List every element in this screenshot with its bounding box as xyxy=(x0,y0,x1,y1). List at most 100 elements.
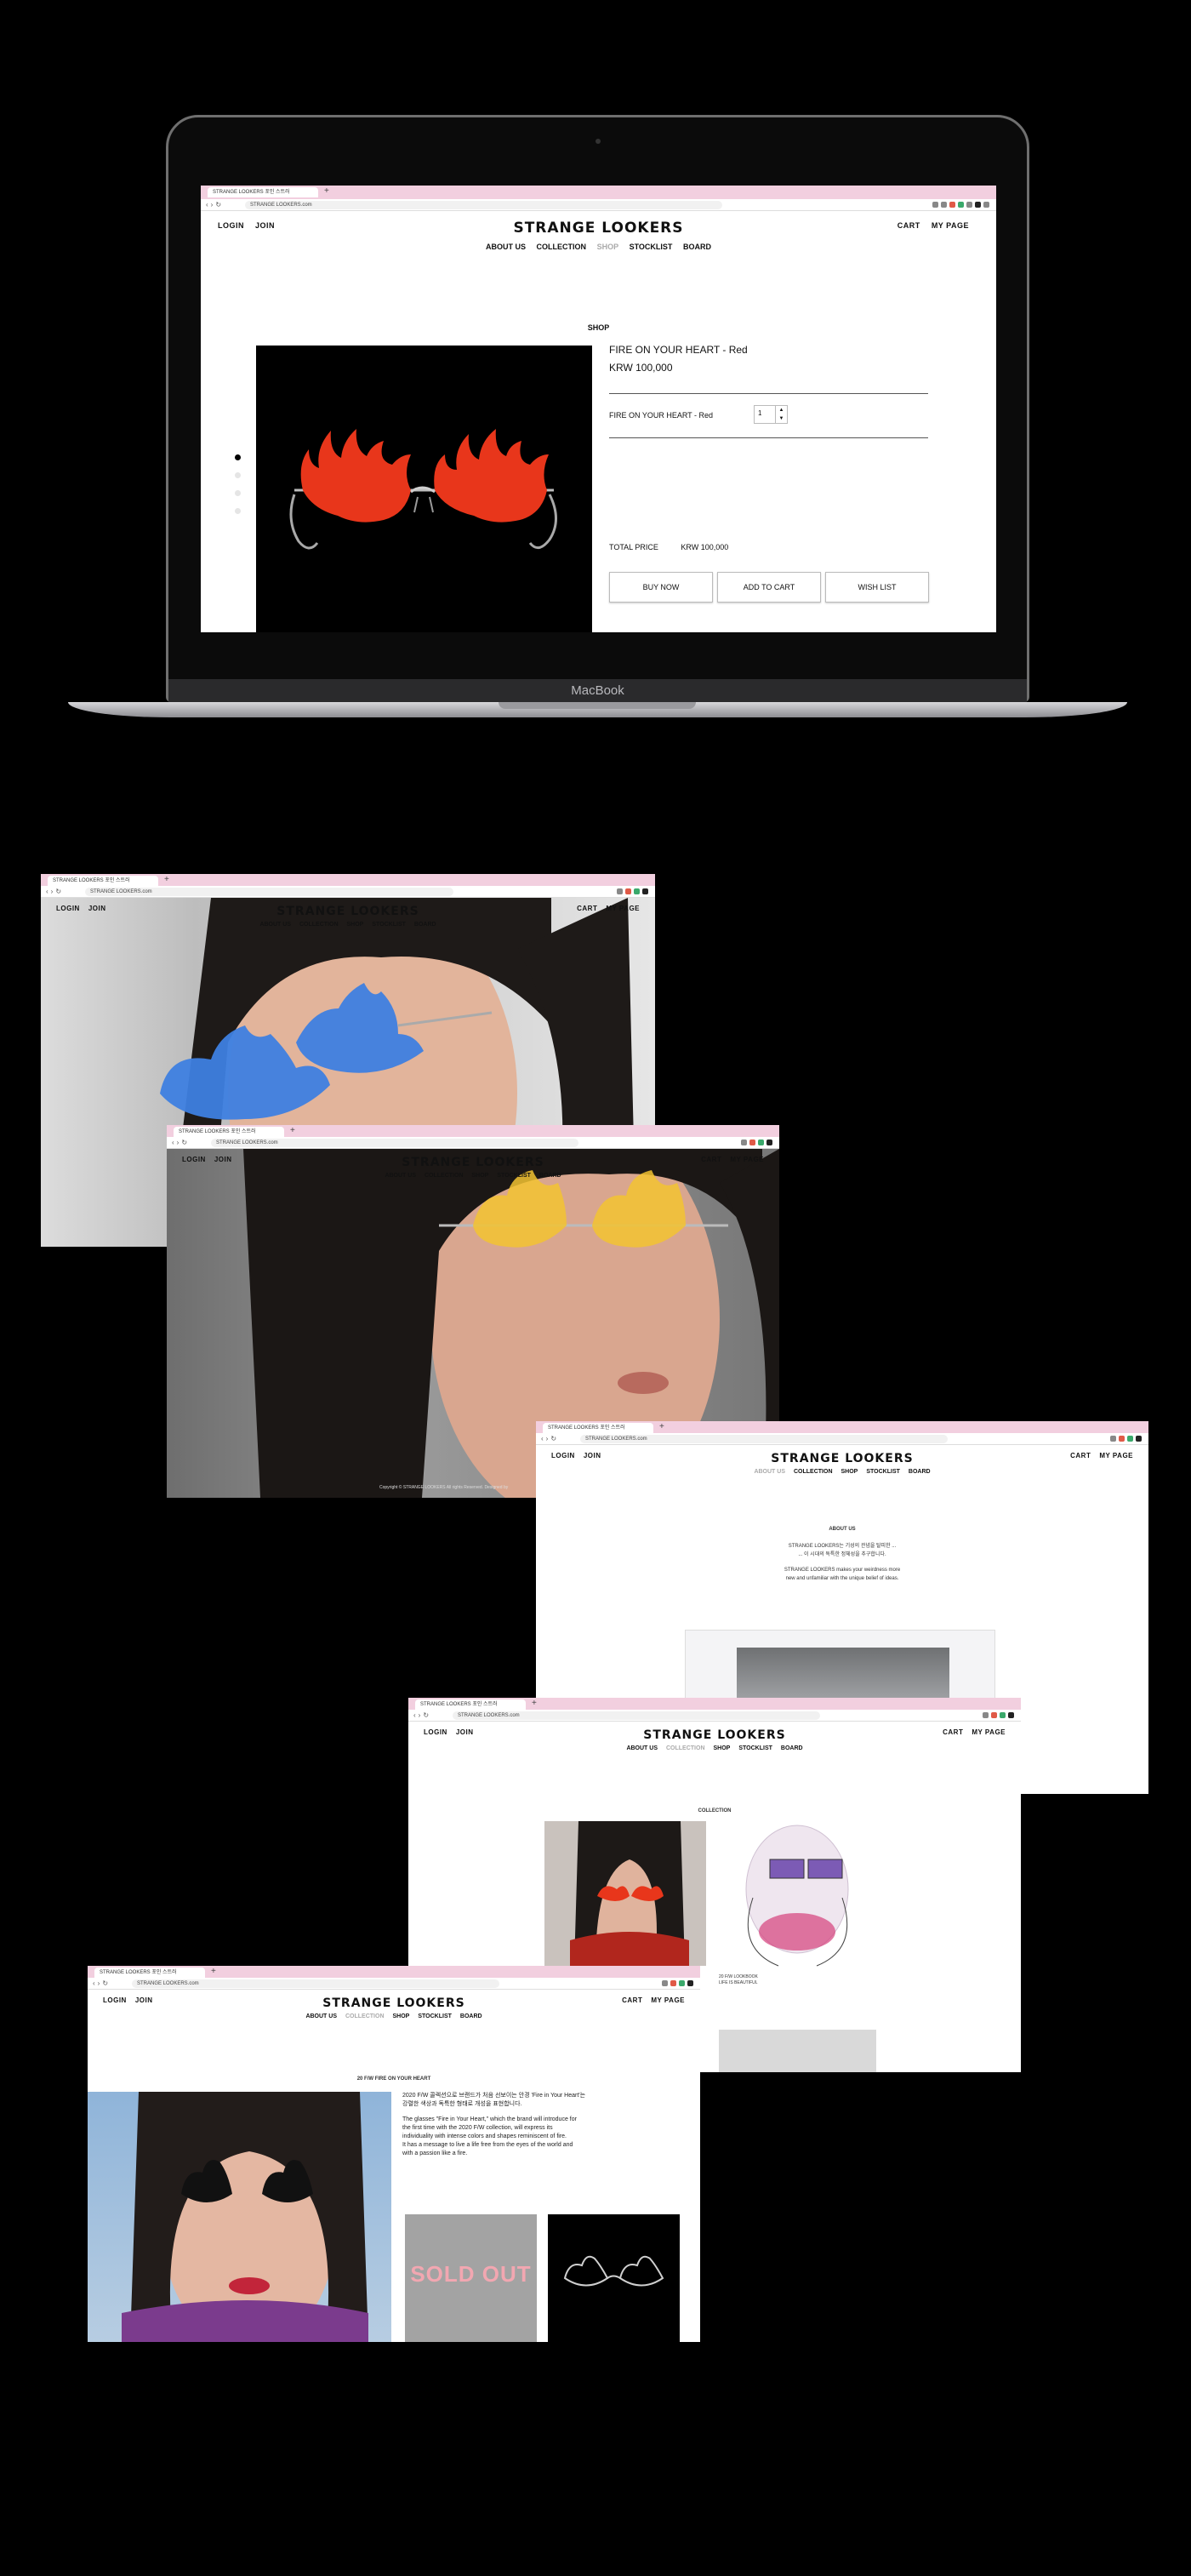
extension-icons[interactable] xyxy=(983,1712,1014,1718)
nav-shop[interactable]: SHOP xyxy=(347,922,364,928)
site-logo[interactable]: STRANGE LOOKERS xyxy=(88,1996,700,2010)
product-image[interactable] xyxy=(256,346,592,632)
new-tab-icon[interactable]: + xyxy=(532,1699,537,1708)
browser-nav-icons[interactable]: ‹›↻ xyxy=(46,888,64,895)
nav-board[interactable]: BOARD xyxy=(539,1173,561,1179)
pager-dot[interactable] xyxy=(235,472,241,478)
nav-collection[interactable]: COLLECTION xyxy=(666,1745,705,1751)
browser-tab[interactable]: STRANGE LOOKERS 포인 스트러 xyxy=(208,187,318,197)
browser-nav-icons[interactable]: ‹›↻ xyxy=(172,1139,190,1146)
extension-icons[interactable] xyxy=(617,888,648,894)
collection-card-life[interactable] xyxy=(719,1821,876,1970)
nav-about[interactable]: ABOUT US xyxy=(626,1745,658,1751)
new-tab-icon[interactable]: + xyxy=(211,1967,216,1976)
nav-collection[interactable]: COLLECTION xyxy=(345,2013,385,2019)
cart-link[interactable]: CART xyxy=(943,1728,963,1736)
product-price: KRW 100,000 xyxy=(609,362,673,374)
cart-link[interactable]: CART xyxy=(622,1996,642,2004)
site-logo[interactable]: STRANGE LOOKERS xyxy=(41,905,655,918)
nav-stocklist[interactable]: STOCKLIST xyxy=(738,1745,772,1751)
buy-now-button[interactable]: BUY NOW xyxy=(609,572,713,603)
image-pager[interactable] xyxy=(235,454,241,526)
extension-icons[interactable] xyxy=(662,1980,693,1986)
nav-board[interactable]: BOARD xyxy=(781,1745,803,1751)
my-page-link[interactable]: MY PAGE xyxy=(1099,1452,1133,1459)
add-to-cart-button[interactable]: ADD TO CART xyxy=(717,572,821,603)
nav-shop[interactable]: SHOP xyxy=(472,1173,489,1179)
nav-collection[interactable]: COLLECTION xyxy=(794,1469,833,1475)
nav-collection[interactable]: COLLECTION xyxy=(299,922,339,928)
nav-about[interactable]: ABOUT US xyxy=(305,2013,337,2019)
nav-collection[interactable]: COLLECTION xyxy=(537,243,587,251)
site-logo[interactable]: STRANGE LOOKERS xyxy=(201,220,996,237)
nav-stocklist[interactable]: STOCKLIST xyxy=(866,1469,900,1475)
cart-link[interactable]: CART xyxy=(577,905,597,912)
browser-tab[interactable]: STRANGE LOOKERS 포인 스트러 xyxy=(174,1127,284,1137)
nav-about[interactable]: ABOUT US xyxy=(385,1173,416,1179)
browser-tab[interactable]: STRANGE LOOKERS 포인 스트러 xyxy=(48,876,158,886)
new-tab-icon[interactable]: + xyxy=(164,875,169,884)
nav-shop[interactable]: SHOP xyxy=(597,243,619,251)
my-page-link[interactable]: MY PAGE xyxy=(730,1156,764,1163)
nav-about[interactable]: ABOUT US xyxy=(754,1469,785,1475)
quantity-stepper[interactable]: 1 ▲ ▼ xyxy=(754,405,788,424)
collection-card-3[interactable] xyxy=(719,2030,876,2072)
my-page-link[interactable]: MY PAGE xyxy=(972,1728,1006,1736)
new-tab-icon[interactable]: + xyxy=(659,1422,664,1431)
url-field[interactable]: STRANGE LOOKERS.com xyxy=(85,888,454,896)
nav-board[interactable]: BOARD xyxy=(460,2013,482,2019)
collection-card-lookbook[interactable] xyxy=(544,1821,706,1966)
extension-icons[interactable] xyxy=(932,202,989,208)
nav-shop[interactable]: SHOP xyxy=(841,1469,858,1475)
browser-tab[interactable]: STRANGE LOOKERS 포인 스트러 xyxy=(415,1699,526,1710)
my-page-link[interactable]: MY PAGE xyxy=(606,905,640,912)
extension-icons[interactable] xyxy=(741,1139,772,1145)
pager-dot-active[interactable] xyxy=(235,454,241,460)
site-logo[interactable]: STRANGE LOOKERS xyxy=(536,1452,1148,1465)
url-field[interactable]: STRANGE LOOKERS.com xyxy=(580,1435,948,1443)
nav-board[interactable]: BOARD xyxy=(909,1469,931,1475)
nav-shop[interactable]: SHOP xyxy=(393,2013,410,2019)
url-field[interactable]: STRANGE LOOKERS.com xyxy=(132,1979,499,1988)
pager-dot[interactable] xyxy=(235,508,241,514)
user-links: CART MY PAGE xyxy=(622,1996,693,2004)
nav-about[interactable]: ABOUT US xyxy=(259,922,291,928)
cart-link[interactable]: CART xyxy=(1070,1452,1091,1459)
url-field[interactable]: STRANGE LOOKERS.com xyxy=(211,1139,578,1147)
browser-nav-icons[interactable]: ‹›↻ xyxy=(413,1711,431,1719)
cart-link[interactable]: CART xyxy=(701,1156,721,1163)
nav-stocklist[interactable]: STOCKLIST xyxy=(372,922,406,928)
quantity-value[interactable]: 1 xyxy=(758,409,761,417)
new-tab-icon[interactable]: + xyxy=(324,186,329,196)
product-name: FIRE ON YOUR HEART - Red xyxy=(609,344,748,356)
browser-tab-bar: STRANGE LOOKERS 포인 스트러 + xyxy=(88,1966,700,1978)
my-page-link[interactable]: MY PAGE xyxy=(932,221,969,230)
nav-collection[interactable]: COLLECTION xyxy=(425,1173,464,1179)
nav-board[interactable]: BOARD xyxy=(414,922,436,928)
url-field[interactable]: STRANGE LOOKERS.com xyxy=(453,1711,820,1720)
extension-icons[interactable] xyxy=(1110,1436,1142,1442)
stepper-arrows-icon[interactable]: ▲ ▼ xyxy=(775,406,787,423)
new-tab-icon[interactable]: + xyxy=(290,1126,295,1135)
product-thumb-silver[interactable] xyxy=(548,2214,680,2342)
nav-stocklist[interactable]: STOCKLIST xyxy=(630,243,673,251)
url-field[interactable]: STRANGE LOOKERS.com xyxy=(245,201,722,209)
pager-dot[interactable] xyxy=(235,490,241,496)
cart-link[interactable]: CART xyxy=(898,221,920,230)
nav-board[interactable]: BOARD xyxy=(683,243,711,251)
browser-nav-icons[interactable]: ‹›↻ xyxy=(206,201,224,208)
wish-list-button[interactable]: WISH LIST xyxy=(825,572,929,603)
nav-stocklist[interactable]: STOCKLIST xyxy=(497,1173,531,1179)
product-thumb-sold-out[interactable]: SOLD OUT xyxy=(405,2214,537,2342)
browser-tab[interactable]: STRANGE LOOKERS 포인 스트러 xyxy=(94,1968,205,1978)
my-page-link[interactable]: MY PAGE xyxy=(651,1996,685,2004)
browser-nav-icons[interactable]: ‹›↻ xyxy=(541,1435,559,1442)
nav-stocklist[interactable]: STOCKLIST xyxy=(418,2013,452,2019)
site-logo[interactable]: STRANGE LOOKERS xyxy=(167,1156,779,1169)
nav-shop[interactable]: SHOP xyxy=(714,1745,731,1751)
site-logo[interactable]: STRANGE LOOKERS xyxy=(408,1728,1021,1742)
nav-about[interactable]: ABOUT US xyxy=(486,243,526,251)
browser-nav-icons[interactable]: ‹›↻ xyxy=(93,1979,111,1987)
lookbook-text: 2020 F/W 콜렉션으로 브랜드가 처음 선보이는 안경 'Fire in … xyxy=(402,2092,687,2158)
browser-tab[interactable]: STRANGE LOOKERS 포인 스트러 xyxy=(543,1423,653,1433)
